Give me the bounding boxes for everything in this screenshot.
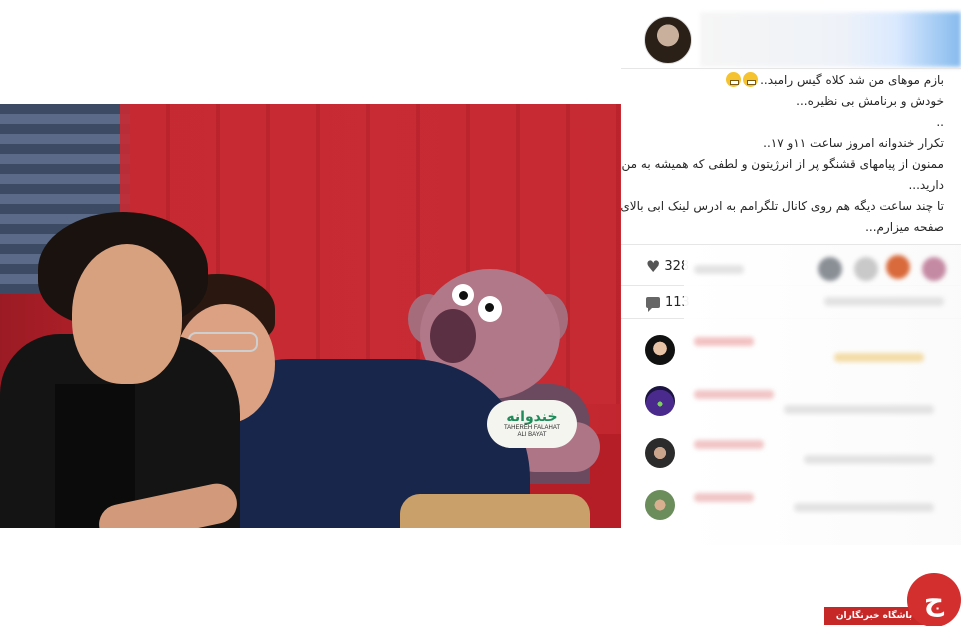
like-count[interactable]: ♥ 328: [646, 256, 689, 276]
caption-line: صفحه میزارم...: [865, 220, 944, 234]
caption-line: تکرار خندوانه امروز ساعت ۱۱و ۱۷..: [763, 136, 944, 150]
commenter-avatar[interactable]: [645, 490, 675, 520]
grin-emoji-icon: [726, 72, 742, 87]
caption-line: دارید...: [908, 178, 944, 192]
show-logo-title: خندوانه: [506, 409, 558, 425]
show-logo: خندوانه TAHEREH FALAHAT ALI BAYAT: [487, 400, 577, 448]
caption-line: ..: [936, 115, 944, 129]
post-photo[interactable]: خندوانه TAHEREH FALAHAT ALI BAYAT: [0, 104, 621, 528]
caption-line: تا چند ساعت دیگه هم روی کانال تلگرامم به…: [620, 199, 944, 213]
header-divider: [621, 68, 961, 69]
caption-line: ممنون از پیامهای قشنگو پر از انرژیتون و …: [621, 157, 944, 171]
grin-emoji-icon: [743, 72, 759, 87]
comment-icon[interactable]: [646, 296, 660, 312]
author-avatar[interactable]: [644, 16, 692, 64]
commenter-avatar[interactable]: [645, 386, 675, 416]
blurred-comments-area: [684, 245, 961, 545]
author-header-blurred: [700, 12, 961, 67]
post-caption: بازم موهای من شد کلاه گیس رامبد.. خودش و…: [620, 70, 944, 238]
show-logo-subtitle-2: ALI BAYAT: [517, 432, 547, 438]
caption-line: بازم موهای من شد کلاه گیس رامبد..: [644, 70, 944, 91]
watermark-logo-icon: ج: [907, 573, 961, 626]
caption-line: خودش و برنامش بی نظیره...: [796, 94, 944, 108]
commenter-avatar[interactable]: [645, 335, 675, 365]
heart-icon[interactable]: ♥: [646, 257, 660, 276]
show-logo-subtitle-1: TAHEREH FALAHAT: [503, 425, 561, 431]
commenter-avatar[interactable]: [645, 438, 675, 468]
